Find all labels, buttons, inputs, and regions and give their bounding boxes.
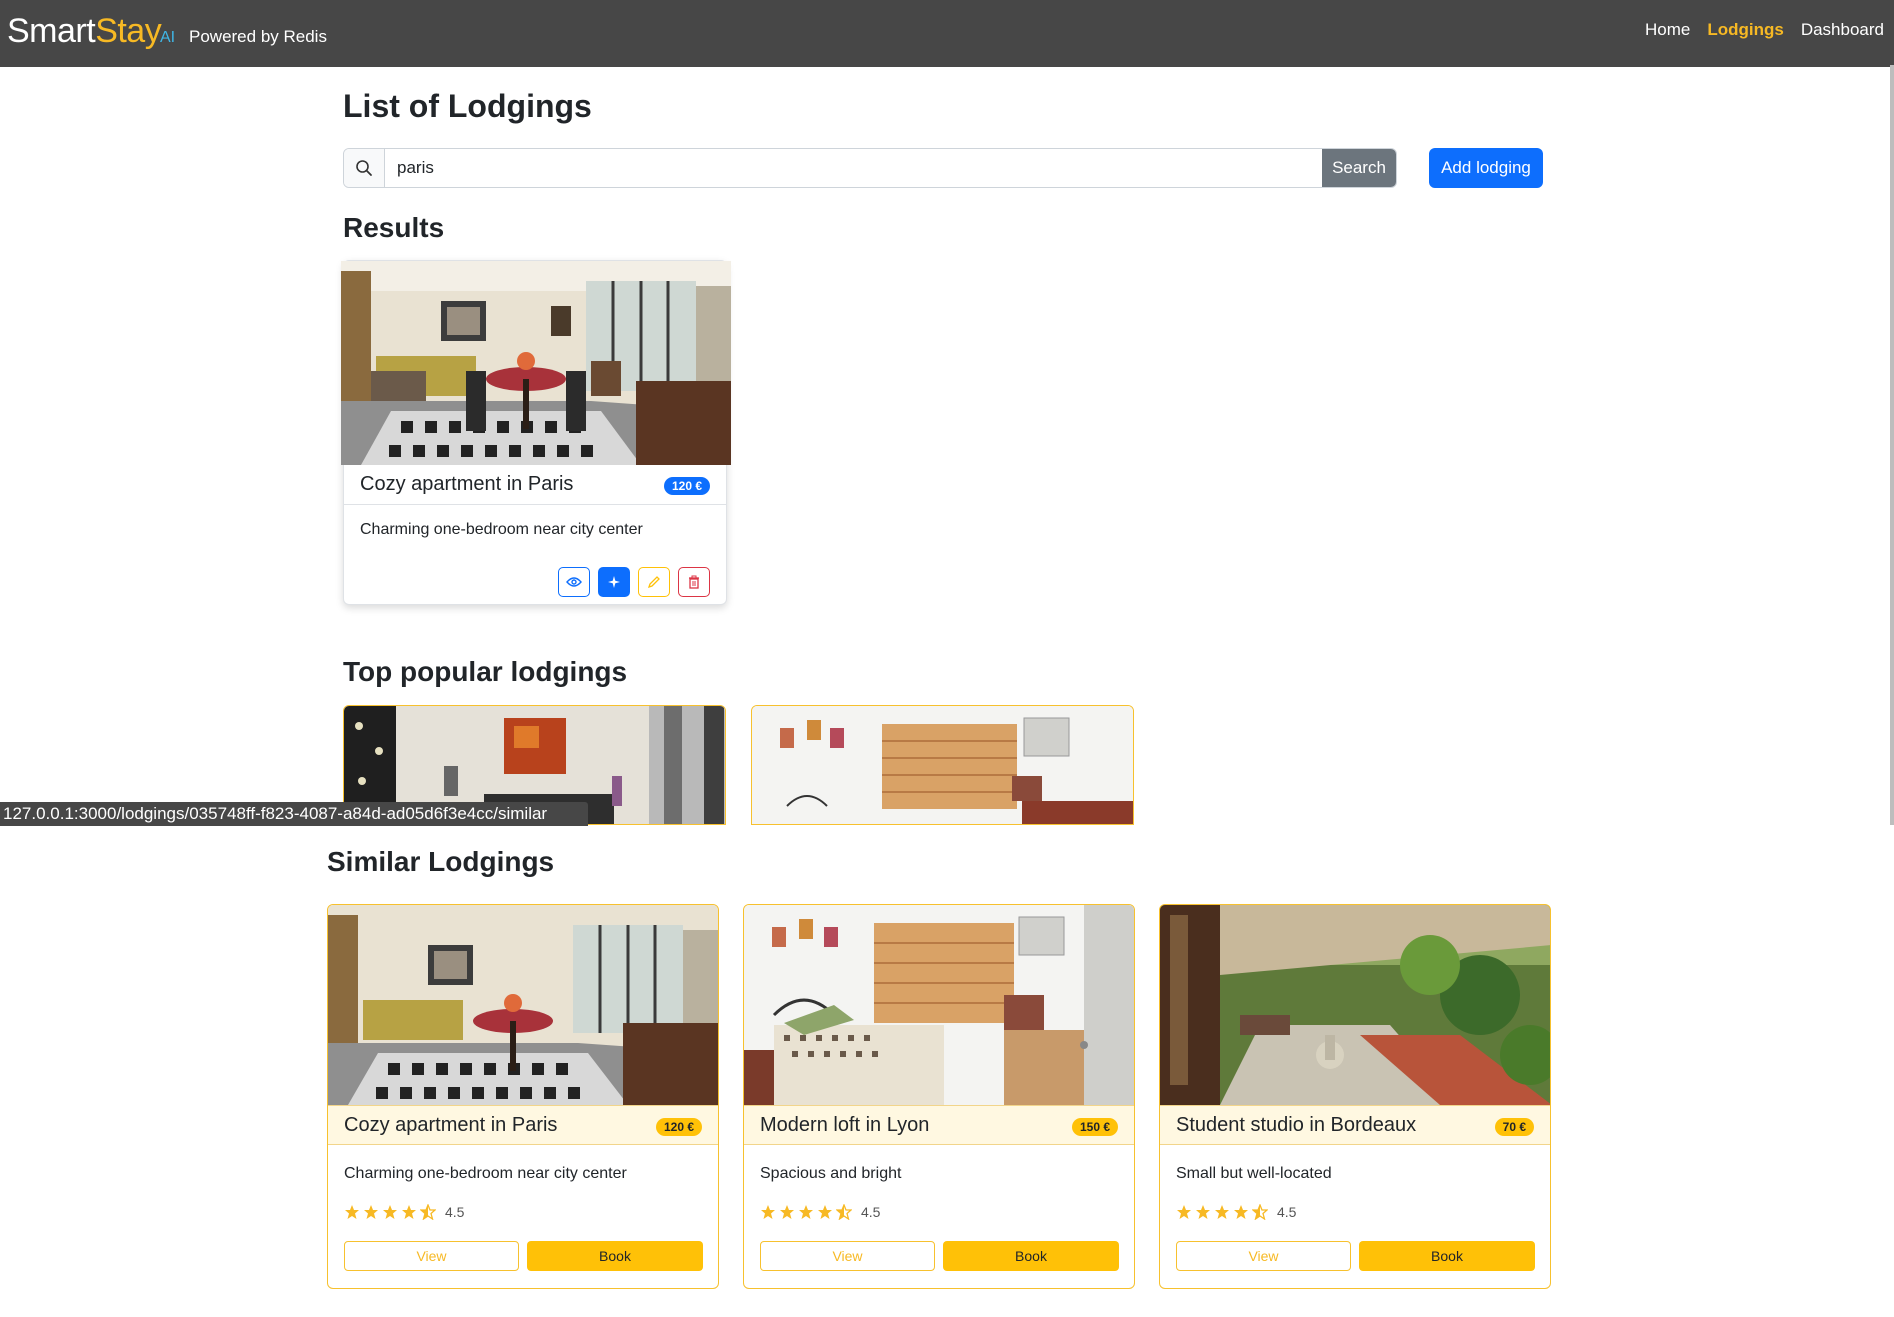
brand-name-start: Smart xyxy=(7,12,96,50)
star-icon xyxy=(402,1205,416,1219)
trash-icon xyxy=(689,575,699,589)
rating-value: 4.5 xyxy=(861,1204,881,1220)
lodging-photo xyxy=(1160,905,1550,1105)
edit-button[interactable] xyxy=(638,567,670,597)
star-half-icon xyxy=(1252,1204,1268,1220)
view-button[interactable]: View xyxy=(344,1241,519,1271)
star-icon xyxy=(1234,1205,1248,1219)
book-button[interactable]: Book xyxy=(943,1241,1119,1271)
star-icon xyxy=(383,1205,397,1219)
brand-name-end: Stay xyxy=(95,12,162,50)
navbar: SmartStay AI Powered by Redis Home Lodgi… xyxy=(0,0,1894,67)
eye-icon xyxy=(566,577,582,587)
status-bar-url: 127.0.0.1:3000/lodgings/035748ff-f823-40… xyxy=(0,802,588,826)
lodging-photo xyxy=(752,706,1133,824)
sparkle-icon xyxy=(608,576,620,588)
star-rating: 4.5 xyxy=(760,1204,880,1220)
similar-card-2: Modern loft in Lyon 150 € Spacious and b… xyxy=(743,904,1135,1289)
similar-description: Charming one-bedroom near city center xyxy=(344,1165,627,1182)
star-rating: 4.5 xyxy=(344,1204,464,1220)
results-heading: Results xyxy=(343,212,445,243)
view-button[interactable] xyxy=(558,567,590,597)
star-rating: 4.5 xyxy=(1176,1204,1296,1220)
star-half-icon xyxy=(836,1204,852,1220)
rating-value: 4.5 xyxy=(445,1204,465,1220)
ai-tag: AI xyxy=(160,29,176,46)
result-title: Cozy apartment in Paris xyxy=(360,473,574,495)
similar-button[interactable] xyxy=(598,567,630,597)
lodging-photo xyxy=(328,905,718,1105)
similar-title: Student studio in Bordeaux xyxy=(1176,1114,1417,1136)
page-title: List of Lodgings xyxy=(343,88,592,124)
popular-card-2[interactable] xyxy=(751,705,1134,825)
powered-by-text: Powered by Redis xyxy=(189,27,327,46)
pencil-icon xyxy=(647,576,660,589)
result-description: Charming one-bedroom near city center xyxy=(360,521,643,538)
price-badge: 70 € xyxy=(1494,1118,1534,1136)
book-button[interactable]: Book xyxy=(1359,1241,1535,1271)
view-button[interactable]: View xyxy=(760,1241,935,1271)
nav-link-home[interactable]: Home xyxy=(1645,20,1690,40)
star-icon xyxy=(761,1205,775,1219)
similar-description: Small but well-located xyxy=(1176,1165,1332,1182)
price-badge: 120 € xyxy=(663,477,710,495)
star-icon xyxy=(780,1205,794,1219)
popular-heading: Top popular lodgings xyxy=(343,656,628,687)
star-icon xyxy=(799,1205,813,1219)
book-button[interactable]: Book xyxy=(527,1241,703,1271)
search-input[interactable] xyxy=(385,149,1322,187)
similar-card-1: Cozy apartment in Paris 120 € Charming o… xyxy=(327,904,719,1289)
view-button[interactable]: View xyxy=(1176,1241,1351,1271)
star-icon xyxy=(1177,1205,1191,1219)
star-icon xyxy=(1215,1205,1229,1219)
search-group: Search xyxy=(343,148,1397,188)
price-badge: 150 € xyxy=(1071,1118,1118,1136)
nav-link-dashboard[interactable]: Dashboard xyxy=(1801,20,1884,40)
lodging-photo xyxy=(744,905,1134,1105)
delete-button[interactable] xyxy=(678,567,710,597)
scrollbar-strip[interactable] xyxy=(1890,65,1894,825)
search-icon xyxy=(344,149,385,187)
result-card: Cozy apartment in Paris 120 € Charming o… xyxy=(341,260,731,605)
similar-card-header: Modern loft in Lyon 150 € xyxy=(744,1105,1134,1145)
similar-title: Cozy apartment in Paris xyxy=(344,1114,558,1136)
nav-links: Home Lodgings Dashboard xyxy=(1645,20,1884,40)
add-lodging-button[interactable]: Add lodging xyxy=(1429,148,1543,188)
similar-heading: Similar Lodgings xyxy=(327,846,555,877)
star-icon xyxy=(345,1205,359,1219)
star-half-icon xyxy=(420,1204,436,1220)
rating-value: 4.5 xyxy=(1277,1204,1297,1220)
similar-title: Modern loft in Lyon xyxy=(760,1114,930,1136)
star-icon xyxy=(364,1205,378,1219)
similar-card-header: Cozy apartment in Paris 120 € xyxy=(328,1105,718,1145)
star-icon xyxy=(818,1205,832,1219)
result-card-header: Cozy apartment in Paris 120 € xyxy=(344,465,726,505)
nav-link-lodgings[interactable]: Lodgings xyxy=(1707,20,1783,40)
similar-card-header: Student studio in Bordeaux 70 € xyxy=(1160,1105,1550,1145)
lodging-photo xyxy=(341,261,731,465)
similar-card-3: Student studio in Bordeaux 70 € Small bu… xyxy=(1159,904,1551,1289)
brand-logo[interactable]: SmartStay xyxy=(7,12,162,51)
search-button[interactable]: Search xyxy=(1322,149,1396,187)
star-icon xyxy=(1196,1205,1210,1219)
price-badge: 120 € xyxy=(655,1118,702,1136)
similar-description: Spacious and bright xyxy=(760,1165,902,1182)
